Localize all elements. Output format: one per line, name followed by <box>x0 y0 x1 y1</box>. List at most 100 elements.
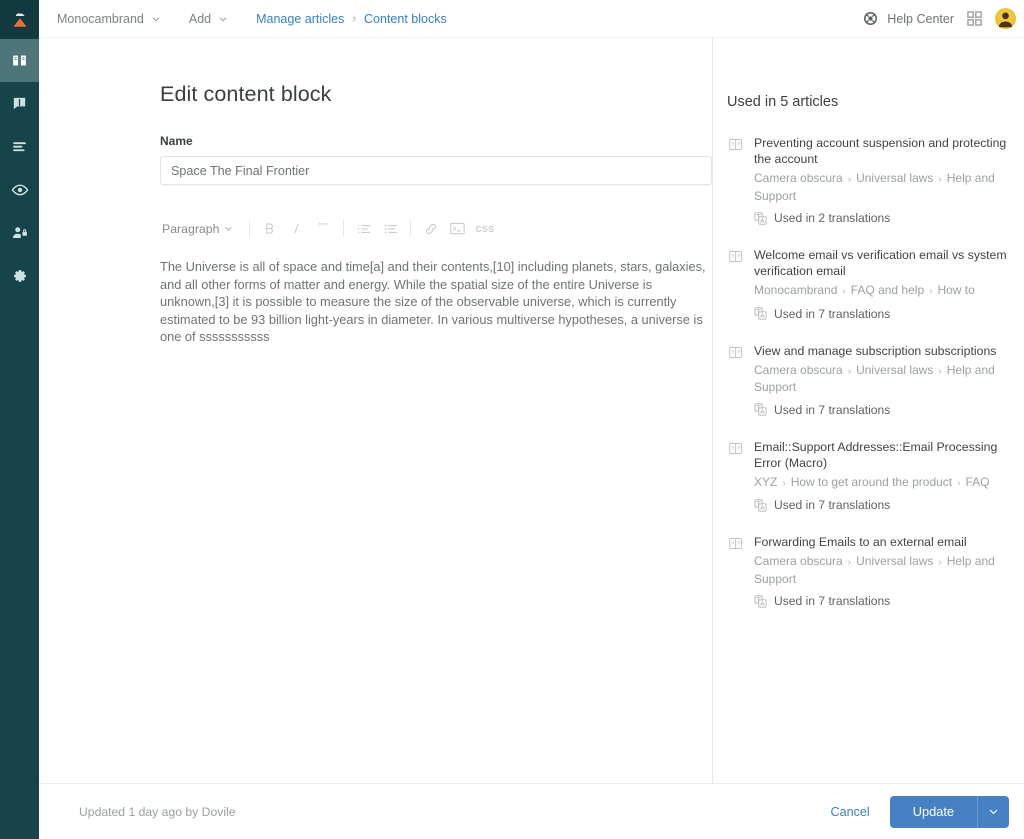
article-translations: Used in 7 translations <box>754 307 1014 321</box>
editor-toolbar: Paragraph ”” CSS <box>160 214 712 243</box>
translations-icon <box>754 211 767 225</box>
side-panel-title: Used in 5 articles <box>727 94 839 110</box>
lifebuoy-icon <box>864 12 878 25</box>
article-title[interactable]: Email::Support Addresses::Email Processi… <box>754 439 1014 471</box>
cancel-button[interactable]: Cancel <box>831 805 870 819</box>
help-center-button[interactable]: Help Center <box>863 11 954 26</box>
speech-bubble-alert-icon <box>13 97 26 110</box>
user-avatar-icon <box>998 12 1013 28</box>
link-icon <box>425 223 436 234</box>
avatar[interactable] <box>995 8 1016 29</box>
eye-icon <box>11 184 28 195</box>
update-options-button[interactable] <box>977 795 1009 828</box>
sidebar-item-knowledge-base[interactable] <box>0 39 39 82</box>
brand-logo[interactable] <box>0 0 39 39</box>
used-in-articles-panel: Used in 5 articles Preventing account su… <box>713 38 1024 839</box>
italic-icon <box>295 223 299 234</box>
toolbar-divider <box>249 220 251 237</box>
sidebar-item-preview[interactable] <box>0 168 39 211</box>
sidebar-item-user-permissions[interactable] <box>0 211 39 254</box>
block-format-dropdown[interactable]: Paragraph <box>160 222 243 236</box>
bullet-list-button[interactable] <box>377 217 404 241</box>
article-path-segment: FAQ <box>965 474 990 489</box>
css-button[interactable]: CSS <box>471 217 498 241</box>
sidebar-item-settings[interactable] <box>0 254 39 297</box>
brand-menu[interactable]: Monocambrand <box>57 12 171 26</box>
article-path-segment: How to get around the product <box>790 474 953 489</box>
list-lines-icon <box>13 142 26 152</box>
ordered-list-button[interactable] <box>350 217 377 241</box>
article-breadcrumb-path: Camera obscura › Universal laws › Help a… <box>754 170 1014 204</box>
article-book-icon <box>729 442 742 454</box>
add-menu[interactable]: Add <box>189 12 238 26</box>
article-path-segment: Universal laws <box>856 171 934 185</box>
translations-icon <box>754 211 767 225</box>
article-path-segment: Monocambrand <box>754 283 838 297</box>
article-translations-label: Used in 7 translations <box>774 402 891 417</box>
bold-icon <box>266 223 274 234</box>
code-block-icon <box>450 222 466 235</box>
update-button[interactable]: Update <box>889 795 977 828</box>
article-book-icon <box>728 534 744 608</box>
article-breadcrumb-path: XYZ › How to get around the product › FA… <box>754 474 1014 492</box>
gear-icon <box>14 270 26 282</box>
editor-pane: Edit content block Name Paragraph <box>39 38 713 839</box>
ordered-list-icon <box>357 224 370 233</box>
editor-content[interactable]: The Universe is all of space and time[a]… <box>160 258 710 346</box>
article-translations-label: Used in 7 translations <box>774 306 891 321</box>
italic-button[interactable] <box>283 217 310 241</box>
article-item[interactable]: Email::Support Addresses::Email Processi… <box>713 439 1024 513</box>
article-path-separator: › <box>844 556 855 568</box>
article-path-segment: Camera obscura <box>754 171 843 185</box>
article-book-icon <box>728 135 744 225</box>
article-item[interactable]: Preventing account suspension and protec… <box>713 135 1024 225</box>
article-translations: Used in 7 translations <box>754 403 1014 417</box>
apps-grid-icon[interactable] <box>967 11 982 26</box>
article-path-separator: › <box>844 173 855 185</box>
article-book-icon <box>728 439 744 513</box>
article-item[interactable]: View and manage subscription subscriptio… <box>713 343 1024 417</box>
article-path-separator: › <box>935 364 945 377</box>
name-input-wrap <box>160 156 712 185</box>
article-title[interactable]: Forwarding Emails to an external email <box>754 534 1014 550</box>
article-title[interactable]: View and manage subscription subscriptio… <box>754 343 1014 359</box>
article-main: View and manage subscription subscriptio… <box>754 343 1014 417</box>
article-book-icon <box>729 251 742 262</box>
editor-inner: Edit content block Name Paragraph <box>39 38 712 346</box>
article-main: Preventing account suspension and protec… <box>754 135 1014 225</box>
translations-icon <box>754 594 767 608</box>
breadcrumb-parent[interactable]: Manage articles <box>256 12 344 26</box>
article-breadcrumb-path: Camera obscura › Universal laws › Help a… <box>754 553 1014 587</box>
mountain-cloud-logo-icon <box>12 12 27 27</box>
article-title[interactable]: Welcome email vs verification email vs s… <box>754 247 1014 279</box>
article-path-separator: › <box>839 285 849 297</box>
top-header: Monocambrand Add Manage articles › Conte… <box>39 0 1024 38</box>
bullet-list-icon <box>384 224 397 233</box>
sidebar-item-lists[interactable] <box>0 125 39 168</box>
quote-button[interactable]: ”” <box>310 217 337 241</box>
article-translations-label: Used in 7 translations <box>774 498 891 512</box>
article-title[interactable]: Preventing account suspension and protec… <box>754 135 1014 167</box>
name-input[interactable] <box>160 156 712 185</box>
article-main: Email::Support Addresses::Email Processi… <box>754 439 1014 513</box>
link-button[interactable] <box>417 217 444 241</box>
translations-icon <box>754 307 767 320</box>
article-item[interactable]: Welcome email vs verification email vs s… <box>713 247 1024 321</box>
header-left: Monocambrand Add Manage articles › Conte… <box>57 12 863 26</box>
help-center-label: Help Center <box>887 11 954 26</box>
article-item[interactable]: Forwarding Emails to an external email Ca… <box>713 534 1024 608</box>
bold-button[interactable] <box>256 217 283 241</box>
svg-text:””: ”” <box>318 222 327 233</box>
breadcrumb-current[interactable]: Content blocks <box>364 12 447 26</box>
add-menu-label: Add <box>188 11 212 26</box>
article-list: Preventing account suspension and protec… <box>713 135 1024 608</box>
sidebar-item-announcements[interactable] <box>0 82 39 125</box>
article-path-segment: XYZ <box>754 474 778 489</box>
article-path-separator: › <box>779 476 789 489</box>
left-sidebar <box>0 0 39 839</box>
article-breadcrumb-path: Camera obscura › Universal laws › Help a… <box>754 362 1014 396</box>
code-block-button[interactable] <box>444 217 471 241</box>
article-main: Forwarding Emails to an external email Ca… <box>754 534 1014 608</box>
app-root: Monocambrand Add Manage articles › Conte… <box>0 0 1024 839</box>
chevron-down-icon <box>989 809 998 815</box>
